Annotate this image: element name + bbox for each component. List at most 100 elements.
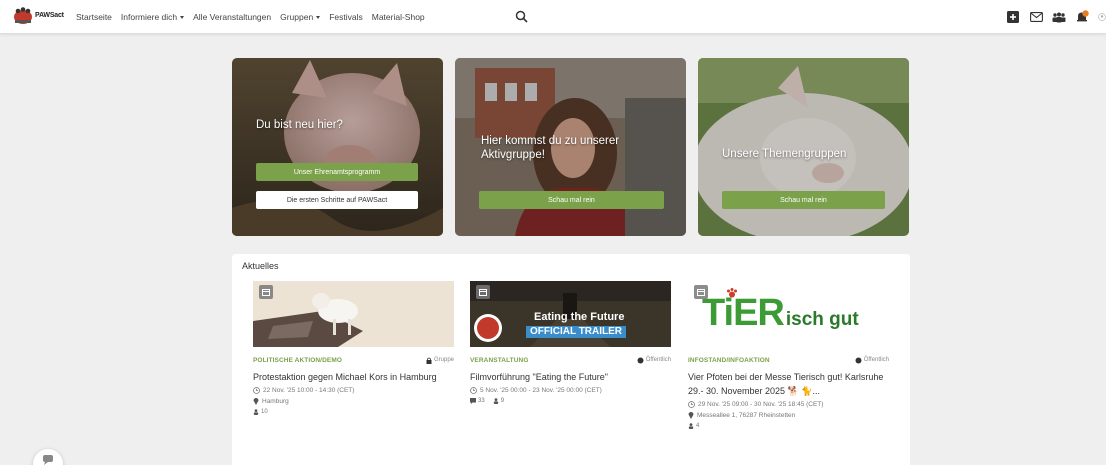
event-location: Messeallee 1, 76287 Rheinstetten	[688, 411, 889, 419]
lamb-protest-image[interactable]	[253, 281, 454, 347]
event-location-text: Messeallee 1, 76287 Rheinstetten	[697, 411, 796, 419]
calendar-icon	[694, 285, 708, 299]
participant-count: 9	[493, 398, 504, 404]
nav-alle-veranstaltungen[interactable]: Alle Veranstaltungen	[193, 12, 271, 22]
lock-icon	[426, 357, 432, 364]
nav-alle-veranstaltungen-label: Alle Veranstaltungen	[193, 12, 272, 22]
globe-icon	[637, 357, 644, 363]
nav-festivals[interactable]: Festivals	[329, 12, 363, 22]
hero-title-topic-groups: Unsere Themengruppen	[722, 148, 847, 160]
news-card-messe[interactable]: TiER isch gut INFOSTAND/INFOAKTION Öffen…	[688, 281, 889, 429]
hero-card-active-group: Hier kommst du zu unserer Aktivgruppe! S…	[455, 58, 686, 236]
card-title[interactable]: Protestaktion gegen Michael Kors in Hamb…	[253, 370, 454, 384]
tierisch-gut-image[interactable]: TiER isch gut	[688, 281, 889, 347]
nav-festivals-label: Festivals	[329, 12, 363, 22]
event-counts: 33 9	[470, 398, 671, 404]
category-label[interactable]: VERANSTALTUNG	[470, 357, 528, 364]
nav-informiere-dich-label: Informiere dich	[120, 12, 178, 22]
card-title[interactable]: Vier Pfoten bei der Messe Tierisch gut! …	[688, 370, 889, 398]
category-label[interactable]: POLITISCHE AKTION/DEMO	[253, 357, 342, 364]
brand-name[interactable]: PAWSact	[35, 12, 64, 19]
hero-card-new-here: Du bist neu hier? Unser Ehrenamtsprogram…	[232, 58, 443, 236]
nav-gruppen-label: Gruppen	[280, 12, 314, 22]
nav-informiere-dich[interactable]: Informiere dich	[120, 12, 185, 22]
event-date-text: 29 Nov. '25 09:00 - 30 Nov. '25 18:45 (C…	[698, 401, 824, 408]
event-date: 29 Nov. '25 09:00 - 30 Nov. '25 18:45 (C…	[688, 401, 889, 408]
event-date-text: 22 Nov. '25 10:00 - 14:30 (CET)	[263, 387, 355, 394]
map-pin-icon	[253, 398, 259, 405]
participant-count: 4	[688, 423, 699, 429]
news-panel-title: Aktuelles	[242, 261, 279, 271]
calendar-icon	[476, 285, 490, 299]
pawsact-logo[interactable]	[12, 6, 34, 26]
category-label[interactable]: INFOSTAND/INFOAKTION	[688, 357, 770, 364]
map-pin-icon	[688, 412, 694, 419]
comment-count: 33	[470, 398, 485, 404]
search-icon[interactable]	[515, 10, 528, 23]
piglet-image	[232, 58, 443, 236]
event-date: 22 Nov. '25 10:00 - 14:30 (CET)	[253, 387, 454, 394]
clock-icon	[688, 401, 695, 408]
event-date-text: 5 Nov. '25 00:00 - 23 Nov. '25 00:00 (CE…	[480, 387, 602, 394]
avatar[interactable]	[1098, 10, 1106, 24]
mail-icon[interactable]	[1029, 10, 1043, 24]
nav-material-shop-label: Material-Shop	[371, 12, 425, 22]
nav-gruppen[interactable]: Gruppen	[280, 12, 321, 22]
trailer-subtitle-text: OFFICIAL TRAILER	[526, 326, 627, 338]
participant-count-text: 9	[500, 398, 505, 404]
trailer-title-text: Eating the Future	[534, 311, 625, 323]
visibility-text: Gruppe	[433, 357, 454, 363]
person-icon	[493, 398, 498, 404]
volunteer-program-button[interactable]: Unser Ehrenamtsprogramm	[256, 163, 418, 181]
nav-material-shop[interactable]: Material-Shop	[372, 12, 425, 22]
card-title[interactable]: Filmvorführung "Eating the Future"	[470, 370, 671, 384]
news-card-film[interactable]: Eating the Future OFFICIAL TRAILER VERAN…	[470, 281, 671, 404]
user-toolbar	[1006, 0, 1106, 34]
visibility-text: Öffentlich	[863, 357, 889, 363]
top-navbar: PAWSact Startseite Informiere dich Alle …	[0, 0, 1106, 34]
tierisch-gut-logo-suffix: isch gut	[785, 309, 859, 330]
first-steps-button[interactable]: Die ersten Schritte auf PAWSact	[256, 191, 418, 209]
chevron-down-icon	[180, 15, 185, 19]
participant-count-text: 10	[261, 409, 268, 415]
hero-card-topic-groups: Unsere Themengruppen Schau mal rein	[698, 58, 909, 236]
hero-title-active-group: Hier kommst du zu unserer Aktivgruppe!	[481, 135, 620, 161]
visibility-text: Öffentlich	[645, 357, 671, 363]
news-card-protest[interactable]: POLITISCHE AKTION/DEMO Gruppe Protestakt…	[253, 281, 454, 415]
card-meta: VERANSTALTUNG Öffentlich	[470, 355, 671, 365]
hero-title-new-here: Du bist neu hier?	[256, 119, 343, 131]
news-panel: Aktuelles POLITISCHE AKTION/DEMO Gruppe …	[232, 254, 910, 465]
calendar-icon	[259, 285, 273, 299]
clock-icon	[253, 387, 260, 394]
notification-icon[interactable]	[1075, 10, 1089, 24]
event-location-text: Hamburg	[262, 397, 289, 405]
event-location: Hamburg	[253, 397, 454, 405]
chat-icon	[43, 455, 53, 465]
event-counts: 4	[688, 423, 889, 429]
person-icon	[253, 409, 259, 415]
card-meta: POLITISCHE AKTION/DEMO Gruppe	[253, 355, 454, 365]
nav-startseite[interactable]: Startseite	[76, 12, 112, 22]
card-meta: INFOSTAND/INFOAKTION Öffentlich	[688, 355, 889, 365]
person-icon	[688, 423, 694, 429]
event-counts: 10	[253, 409, 454, 415]
tierisch-gut-logo-main: TiER	[702, 292, 785, 334]
clock-icon	[470, 387, 477, 394]
active-group-schau-button[interactable]: Schau mal rein	[479, 191, 664, 209]
chevron-down-icon	[316, 15, 321, 19]
comment-icon	[470, 398, 476, 404]
participant-count-text: 4	[696, 423, 700, 429]
globe-icon	[855, 357, 862, 363]
main-menu: Startseite Informiere dich Alle Veransta…	[76, 0, 425, 34]
groups-icon[interactable]	[1052, 10, 1066, 24]
visibility-badge: Gruppe	[426, 357, 454, 364]
event-date: 5 Nov. '25 00:00 - 23 Nov. '25 00:00 (CE…	[470, 387, 671, 394]
plus-square-icon[interactable]	[1006, 10, 1020, 24]
chat-widget-button[interactable]	[33, 449, 63, 465]
paw-icon	[727, 288, 737, 298]
topic-groups-schau-button[interactable]: Schau mal rein	[722, 191, 885, 209]
film-trailer-image[interactable]: Eating the Future OFFICIAL TRAILER	[470, 281, 671, 347]
nav-startseite-label: Startseite	[76, 12, 112, 22]
comment-count-text: 33	[478, 398, 485, 404]
visibility-badge: Öffentlich	[855, 357, 889, 364]
